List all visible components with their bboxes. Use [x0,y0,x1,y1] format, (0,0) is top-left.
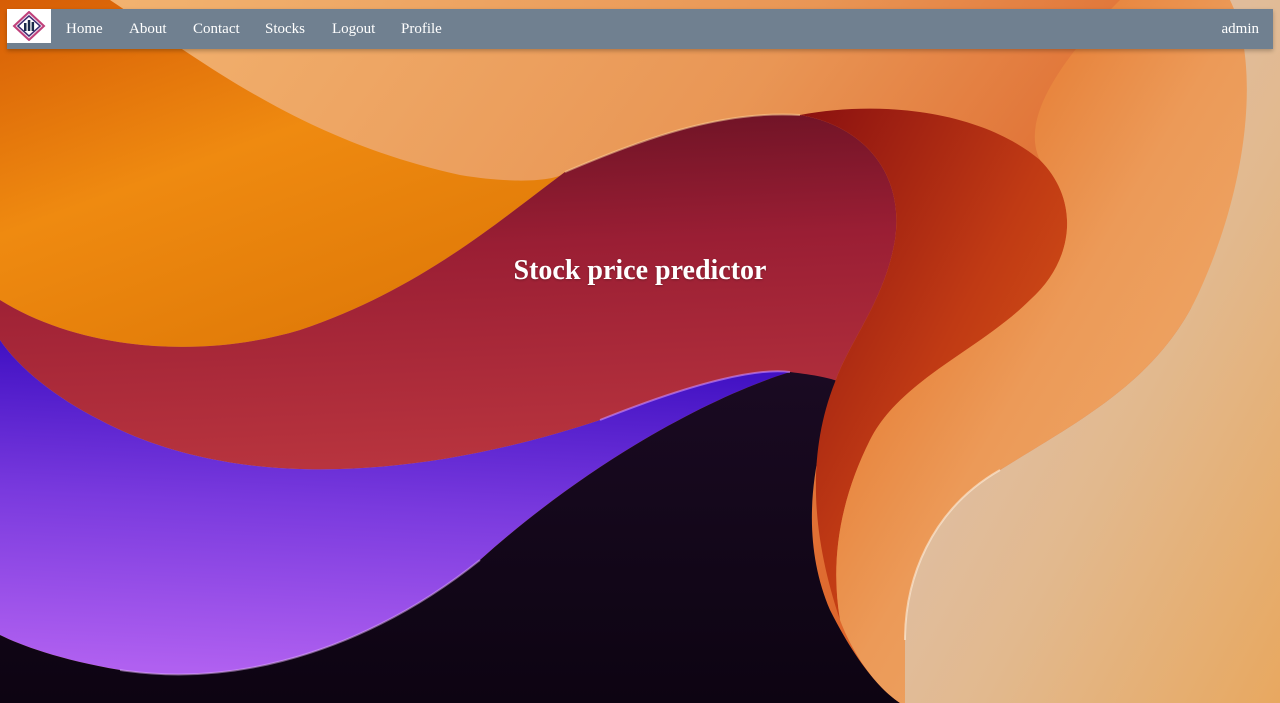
current-user-name[interactable]: admin [1222,20,1260,38]
nav-link-profile[interactable]: Profile [401,20,442,38]
nav-link-about[interactable]: About [129,20,167,38]
top-navbar: Home About Contact Stocks Logout Profile… [7,9,1273,49]
logo[interactable] [7,9,51,43]
nav-link-contact[interactable]: Contact [193,20,240,38]
page-title: Stock price predictor [513,255,767,286]
nav-link-logout[interactable]: Logout [332,20,375,38]
background-wave-artwork [0,0,1280,703]
nav-link-home[interactable]: Home [66,20,103,38]
stock-chart-logo-icon [12,11,46,41]
nav-link-stocks[interactable]: Stocks [265,20,305,38]
